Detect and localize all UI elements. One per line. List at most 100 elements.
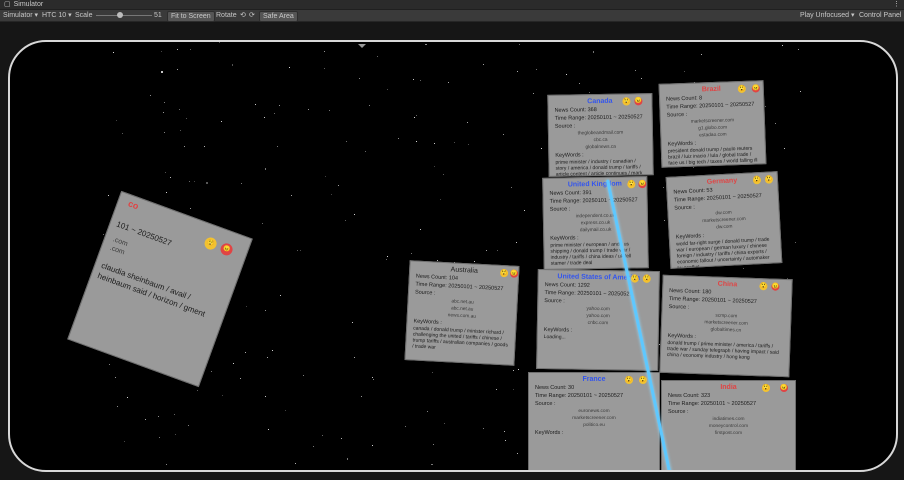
star bbox=[232, 363, 234, 365]
star bbox=[433, 142, 435, 144]
astonished-face-icon[interactable]: 😲 bbox=[762, 384, 770, 392]
star bbox=[196, 389, 198, 391]
star bbox=[184, 145, 186, 147]
window-titlebar: ▢ Simulator ⋮ bbox=[0, 0, 904, 10]
astonished-face-icon[interactable]: 😲 bbox=[737, 84, 746, 94]
star bbox=[799, 90, 802, 93]
country-card-australia[interactable]: Australia News Count: 104 Time Range: 20… bbox=[404, 260, 520, 366]
star bbox=[340, 438, 342, 440]
astonished-face-icon[interactable]: 😲 bbox=[499, 268, 509, 278]
scale-slider[interactable] bbox=[96, 15, 152, 16]
star bbox=[635, 70, 637, 72]
safe-area-button[interactable]: Safe Area bbox=[259, 11, 298, 22]
star bbox=[313, 446, 314, 448]
star bbox=[161, 71, 163, 73]
scale-value: 51 bbox=[154, 12, 162, 19]
star bbox=[323, 67, 325, 69]
star bbox=[415, 115, 417, 117]
country-card-india[interactable]: India News Count: 323 Time Range: 202501… bbox=[661, 380, 796, 470]
star bbox=[221, 394, 223, 396]
star bbox=[566, 73, 568, 75]
star bbox=[231, 64, 234, 66]
star bbox=[503, 133, 505, 135]
astonished-face-icon[interactable]: 😲 bbox=[625, 376, 633, 384]
star bbox=[535, 68, 538, 71]
star bbox=[592, 51, 595, 53]
star bbox=[512, 370, 514, 372]
star bbox=[371, 445, 373, 446]
angry-face-icon[interactable]: 😠 bbox=[509, 269, 519, 278]
star bbox=[510, 186, 513, 189]
star bbox=[433, 166, 435, 168]
country-card-china[interactable]: China News Count: 180 Time Range: 202501… bbox=[659, 274, 793, 378]
rotate-right-icon[interactable]: ⟳ bbox=[249, 10, 255, 21]
star bbox=[162, 111, 164, 113]
angry-face-icon[interactable]: 😠 bbox=[780, 384, 788, 392]
star bbox=[206, 182, 208, 184]
country-card-germany[interactable]: Germany News Count: 53 Time Range: 20250… bbox=[665, 171, 783, 269]
country-card-united-kingdom[interactable]: United Kingdom News Count: 391 Time Rang… bbox=[542, 176, 649, 270]
angry-face-icon[interactable]: 😠 bbox=[751, 84, 760, 93]
rotate-left-icon[interactable]: ⟲ bbox=[240, 10, 246, 21]
star bbox=[468, 143, 470, 145]
star bbox=[512, 388, 514, 390]
simulator-dropdown[interactable]: Simulator ▾ bbox=[3, 10, 38, 21]
astonished-face-icon[interactable]: 😲 bbox=[630, 274, 639, 283]
star bbox=[211, 371, 212, 373]
star bbox=[386, 255, 388, 257]
astonished-face-icon[interactable]: 😲 bbox=[759, 282, 768, 291]
star bbox=[345, 140, 347, 142]
star bbox=[372, 378, 374, 380]
star bbox=[797, 48, 799, 50]
scale-slider-handle[interactable] bbox=[117, 12, 123, 18]
astonished-face-icon[interactable]: 😲 bbox=[752, 176, 762, 185]
star bbox=[385, 259, 387, 261]
fit-to-screen-button[interactable]: Fit to Screen bbox=[167, 11, 215, 22]
angry-face-icon[interactable]: 😠 bbox=[771, 282, 780, 291]
star bbox=[325, 176, 326, 177]
simulator-toolbar: Simulator ▾ HTC 10 ▾ Scale 51 Fit to Scr… bbox=[0, 10, 904, 22]
simulator-viewport: co 101 ~ 20250527 .com .com claudia shei… bbox=[0, 22, 904, 480]
star bbox=[116, 406, 118, 408]
country-card-brazil[interactable]: Brazil News Count: 8 Time Range: 2025010… bbox=[658, 80, 767, 168]
device-screen: co 101 ~ 20250527 .com .com claudia shei… bbox=[8, 40, 898, 472]
device-dropdown[interactable]: HTC 10 ▾ bbox=[42, 10, 72, 21]
country-card-canada[interactable]: Canada News Count: 368 Time Range: 20250… bbox=[547, 93, 654, 177]
astonished-face-icon[interactable]: 😲 bbox=[627, 180, 636, 189]
star bbox=[194, 180, 196, 182]
star bbox=[121, 132, 123, 134]
country-card-united-states[interactable]: United States of America News Count: 129… bbox=[536, 268, 660, 372]
angry-face-icon[interactable]: 😠 bbox=[634, 97, 643, 106]
star bbox=[264, 168, 267, 170]
star bbox=[505, 440, 507, 442]
star bbox=[517, 71, 518, 72]
star bbox=[165, 464, 167, 465]
star bbox=[328, 109, 330, 111]
star bbox=[124, 441, 126, 442]
astonished-face-icon[interactable]: 😲 bbox=[622, 97, 631, 106]
star bbox=[466, 121, 468, 123]
star bbox=[411, 253, 413, 255]
astonished-face-icon[interactable]: 😲 bbox=[764, 175, 774, 184]
star bbox=[114, 376, 116, 378]
control-panel-button[interactable]: Control Panel bbox=[859, 10, 901, 21]
star bbox=[277, 145, 279, 147]
star bbox=[268, 428, 270, 430]
star bbox=[578, 82, 580, 84]
astonished-face-icon[interactable]: 😲 bbox=[642, 274, 651, 283]
star bbox=[273, 112, 275, 114]
star bbox=[246, 306, 248, 308]
astonished-face-icon[interactable]: 😲 bbox=[639, 376, 647, 384]
star bbox=[518, 43, 520, 45]
country-card-france[interactable]: France News Count: 30 Time Range: 202501… bbox=[528, 372, 660, 470]
window-menu-icon[interactable]: ⋮ bbox=[893, 0, 900, 9]
star bbox=[324, 51, 326, 53]
angry-face-icon[interactable]: 😠 bbox=[638, 180, 647, 189]
star bbox=[187, 425, 189, 426]
star bbox=[346, 458, 349, 460]
play-mode-dropdown[interactable]: Play Unfocused ▾ bbox=[800, 10, 855, 21]
star bbox=[239, 378, 241, 379]
star bbox=[442, 173, 444, 175]
star bbox=[474, 261, 475, 263]
star bbox=[264, 116, 265, 118]
